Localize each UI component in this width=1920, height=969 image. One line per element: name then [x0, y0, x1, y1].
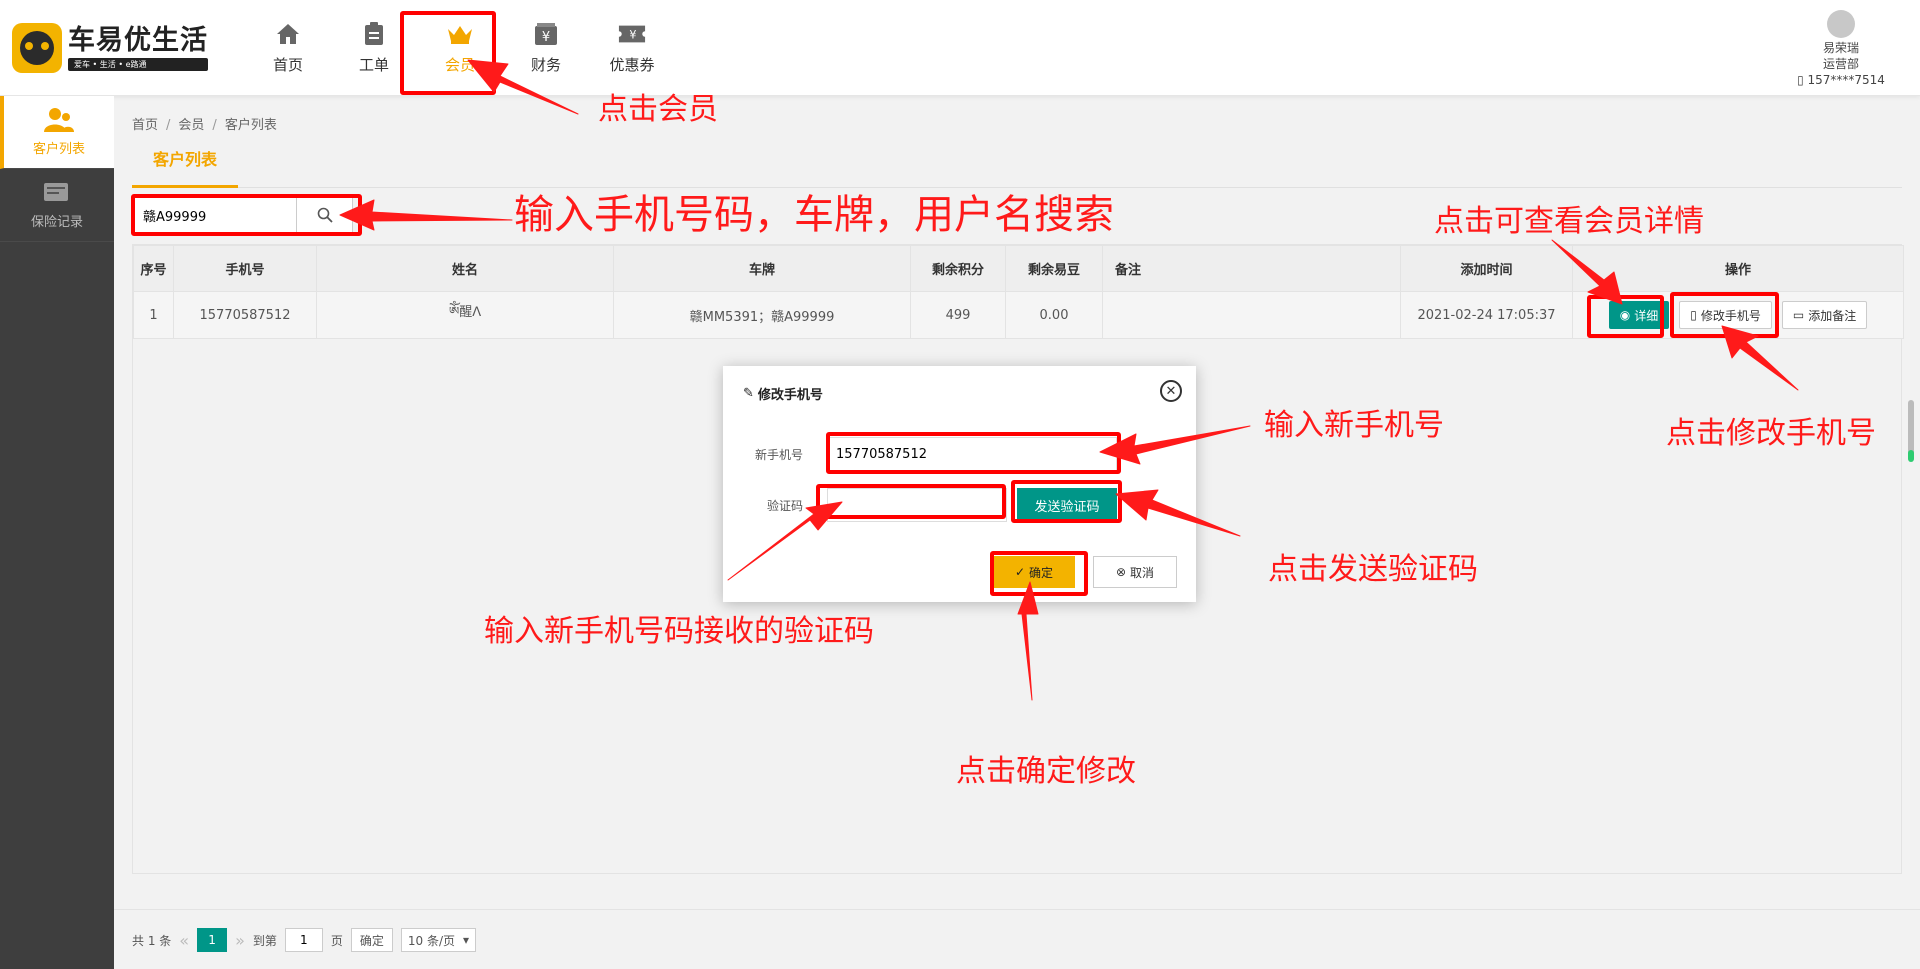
dropdown-caret-icon: ▾	[463, 933, 470, 947]
col-header-actions: 操作	[1572, 245, 1904, 292]
next-page-icon[interactable]: »	[235, 931, 245, 950]
highlight-confirm	[990, 551, 1088, 596]
highlight-member-nav	[400, 11, 496, 95]
breadcrumb-page: 客户列表	[224, 118, 277, 133]
nav-finance[interactable]: ¥ 财务	[503, 10, 589, 84]
note-send-code: 点击发送验证码	[1268, 552, 1478, 587]
dialog-title-text: 修改手机号	[757, 388, 823, 403]
add-remark-button[interactable]: ▭ 添加备注	[1781, 301, 1868, 329]
nav-coupon-label: 优惠券	[609, 55, 655, 74]
cancel-button[interactable]: ⊗ 取消	[1093, 556, 1177, 588]
user-info[interactable]: 易荣瑞 运营部 ▯ 157****7514	[1786, 10, 1896, 88]
note-enter-code: 输入新手机号码接收的验证码	[484, 614, 874, 649]
highlight-change-phone	[1670, 292, 1779, 338]
goto-confirm-button[interactable]: 确定	[350, 928, 393, 952]
highlight-send-code	[1011, 480, 1122, 523]
cancel-button-label: 取消	[1130, 565, 1155, 580]
note-change-phone: 点击修改手机号	[1666, 416, 1876, 451]
col-header-plate: 车牌	[613, 245, 911, 292]
svg-text:¥: ¥	[542, 30, 550, 45]
page-size-select[interactable]: 10 条/页 ▾	[400, 928, 477, 952]
cell-name: ༀ醒ᐱ	[316, 291, 614, 339]
scrollbar-indicator	[1908, 450, 1914, 462]
edit-pencil-icon: ✎	[743, 386, 754, 401]
cell-phone: 15770587512	[173, 291, 317, 339]
phone-icon: ▯	[1797, 73, 1808, 87]
note-view-detail: 点击可查看会员详情	[1434, 204, 1704, 239]
breadcrumb: 首页 / 会员 / 客户列表	[132, 118, 277, 133]
note-search-hint: 输入手机号码，车牌，用户名搜索	[514, 192, 1114, 238]
col-header-phone: 手机号	[173, 245, 317, 292]
users-icon	[44, 108, 74, 132]
total-count: 共 1 条	[132, 933, 172, 948]
nav-finance-label: 财务	[530, 55, 561, 74]
col-header-beans: 剩余易豆	[1005, 245, 1103, 292]
col-header-points: 剩余积分	[910, 245, 1006, 292]
highlight-new-phone	[826, 432, 1121, 474]
cell-plate: 赣MM5391；赣A99999	[613, 291, 911, 339]
highlight-search	[131, 194, 362, 236]
breadcrumb-section[interactable]: 会员	[178, 118, 204, 133]
goto-page-input[interactable]	[284, 928, 323, 952]
prev-page-icon[interactable]: «	[179, 931, 189, 950]
cancel-circle-icon: ⊗	[1115, 565, 1127, 579]
note-click-member: 点击会员	[598, 92, 718, 127]
user-dept: 运营部	[1822, 57, 1859, 71]
insurance-icon	[44, 183, 68, 201]
nav-coupon[interactable]: ¥ 优惠券	[589, 10, 675, 84]
col-header-index: 序号	[133, 245, 174, 292]
pagination-bar: 共 1 条 « 1 » 到第 页 确定 10 条/页 ▾	[114, 909, 1920, 969]
home-icon	[274, 20, 302, 48]
page-size-value: 10 条/页	[407, 933, 456, 948]
finance-icon: ¥	[532, 20, 560, 48]
user-name: 易荣瑞	[1822, 41, 1859, 55]
page-suffix: 页	[330, 933, 343, 948]
cell-points: 499	[910, 291, 1006, 339]
add-remark-button-label: 添加备注	[1808, 308, 1857, 323]
code-label: 验证码	[766, 499, 803, 513]
goto-label: 到第	[252, 933, 277, 948]
col-header-time: 添加时间	[1400, 245, 1573, 292]
col-header-name: 姓名	[316, 245, 614, 292]
sidebar-item-insurance[interactable]: 保险记录	[0, 169, 114, 242]
top-header: 车易优生活 爱车 • 生活 • e路通 首页 工单 会员 ¥ 财务 ¥ 优惠券 …	[0, 0, 1920, 96]
svg-text:¥: ¥	[629, 28, 636, 41]
sidebar-item-insurance-label: 保险记录	[30, 215, 83, 230]
coupon-icon: ¥	[618, 20, 646, 48]
highlight-detail	[1587, 295, 1664, 338]
sidebar-item-customers[interactable]: 客户列表	[0, 96, 114, 169]
current-page-button[interactable]: 1	[197, 928, 228, 952]
dialog-title: ✎ 修改手机号	[743, 384, 823, 403]
breadcrumb-home[interactable]: 首页	[132, 118, 158, 133]
sidebar-item-customers-label: 客户列表	[32, 142, 85, 157]
tab-customer-list[interactable]: 客户列表	[132, 144, 238, 188]
logo-face-icon	[12, 23, 62, 73]
highlight-code-input	[816, 484, 1006, 519]
close-icon[interactable]: ✕	[1160, 380, 1182, 402]
note-enter-new-phone: 输入新手机号	[1264, 408, 1444, 443]
brand-logo[interactable]: 车易优生活 爱车 • 生活 • e路通	[12, 22, 212, 74]
cell-remark	[1102, 291, 1401, 339]
cell-index: 1	[133, 291, 174, 339]
new-phone-label: 新手机号	[754, 448, 803, 462]
cell-beans: 0.00	[1005, 291, 1103, 339]
arrow-to-search	[339, 199, 513, 231]
note-confirm-change: 点击确定修改	[956, 754, 1136, 789]
brand-title: 车易优生活	[68, 24, 208, 56]
nav-workorder-label: 工单	[358, 55, 389, 74]
clipboard-icon	[360, 20, 388, 48]
col-header-remark: 备注	[1102, 245, 1401, 292]
nav-home[interactable]: 首页	[245, 10, 331, 84]
nav-home-label: 首页	[272, 55, 303, 74]
cell-time: 2021-02-24 17:05:37	[1400, 291, 1573, 339]
avatar	[1827, 10, 1855, 38]
sidebar: 客户列表 保险记录	[0, 96, 114, 969]
brand-subtitle: 爱车 • 生活 • e路通	[68, 57, 208, 71]
table-header-row: 序号 手机号 姓名 车牌 剩余积分 剩余易豆 备注 添加时间 操作	[133, 245, 1904, 292]
user-phone: 157****7514	[1807, 73, 1885, 87]
calendar-icon: ▭	[1792, 308, 1805, 322]
